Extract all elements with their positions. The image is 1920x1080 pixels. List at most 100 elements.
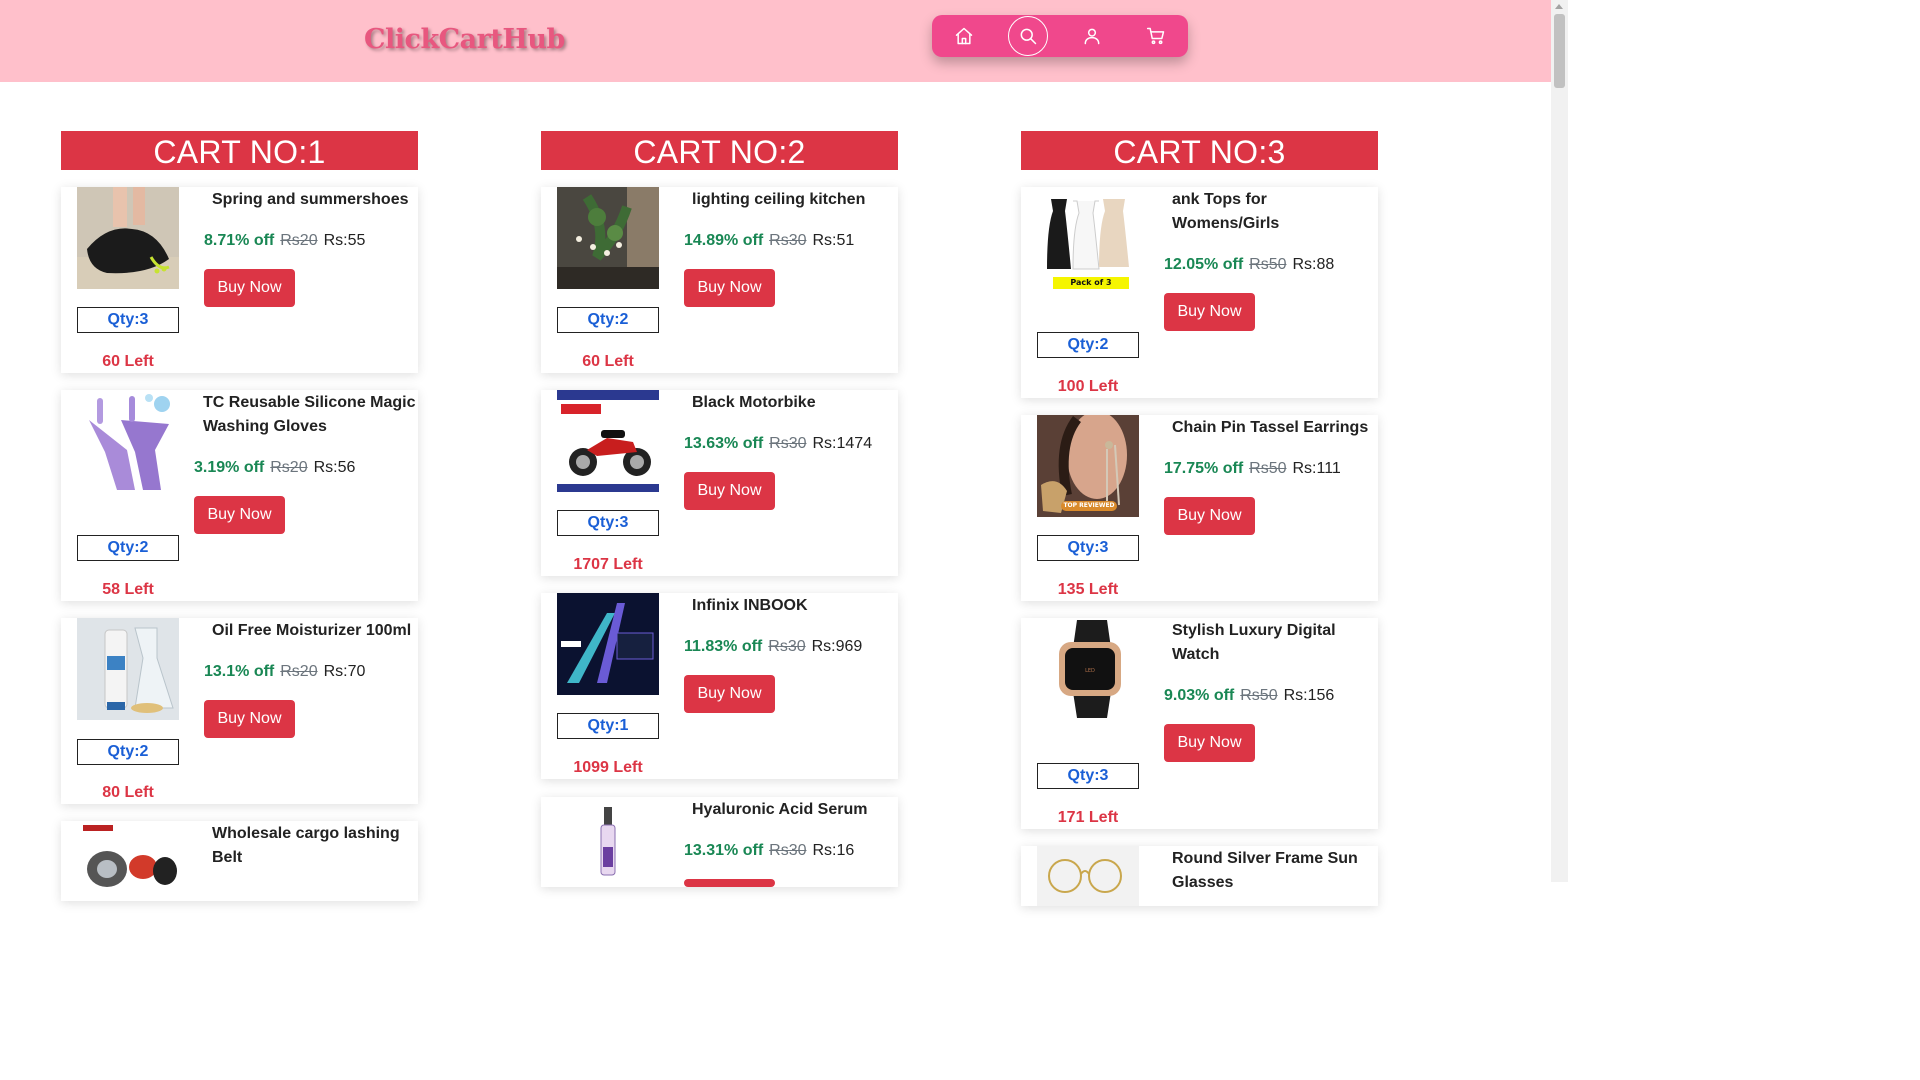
buy-now-button[interactable]: Buy Now	[204, 700, 295, 738]
stock-left: 1099 Left	[573, 759, 643, 776]
current-price: Rs:56	[313, 459, 356, 476]
nav-home-button[interactable]	[944, 16, 984, 56]
buy-now-button[interactable]: Buy Now	[684, 472, 775, 510]
svg-text:LED: LED	[1085, 668, 1095, 674]
product-name[interactable]: Wholesale cargo lashing Belt	[212, 822, 412, 870]
product-name[interactable]: Stylish Luxury Digital Watch	[1172, 619, 1372, 667]
product-image[interactable]	[557, 390, 659, 492]
user-icon	[1084, 28, 1100, 45]
quantity-box: Qty:1	[557, 713, 659, 739]
discount-label: 3.19% off	[194, 459, 265, 476]
original-price: Rs50	[1249, 256, 1287, 273]
product-name[interactable]: ank Tops for Womens/Girls	[1172, 188, 1372, 236]
product-name[interactable]: Oil Free Moisturizer 100ml	[212, 619, 418, 643]
cart-title: CART NO:3	[1021, 131, 1378, 170]
price-row: 9.03% off Rs50 Rs:156	[1164, 687, 1334, 705]
buy-now-button[interactable]: Buy Now	[1164, 293, 1255, 331]
stock-left: 1707 Left	[573, 556, 643, 573]
original-price: Rs20	[270, 459, 308, 476]
original-price: Rs20	[280, 663, 318, 680]
product-image[interactable]: LED	[1037, 618, 1139, 720]
site-header: ClickCartHub	[0, 0, 1551, 82]
product-name[interactable]: Infinix INBOOK	[692, 594, 892, 618]
cart-title: CART NO:1	[61, 131, 418, 170]
quantity-box: Qty:3	[77, 307, 179, 333]
discount-label: 13.1% off	[204, 663, 275, 680]
product-name[interactable]: Chain Pin Tassel Earrings	[1172, 416, 1378, 440]
product-name[interactable]: Round Silver Frame Sun Glasses	[1172, 847, 1378, 895]
product-image[interactable]: Pack of 3	[1037, 187, 1139, 289]
current-price: Rs:70	[323, 663, 366, 680]
product-card: Infinix INBOOK 11.83% off Rs30 Rs:969 Buy …	[541, 593, 898, 779]
nav-account-button[interactable]	[1072, 16, 1112, 56]
product-image[interactable]	[557, 797, 659, 882]
price-row: 13.1% off Rs20 Rs:70	[204, 663, 365, 681]
buy-now-button[interactable]: Buy Now	[1164, 724, 1255, 762]
scrollbar-thumb[interactable]	[1554, 14, 1565, 88]
stock-left: 80 Left	[102, 784, 154, 801]
quantity-box: Qty:3	[557, 510, 659, 536]
product-name[interactable]: Black Motorbike	[692, 391, 892, 415]
price-row: 12.05% off Rs50 Rs:88	[1164, 256, 1334, 274]
buy-now-button[interactable]	[684, 879, 775, 887]
cart-column-1: CART NO:1 Spring and summershoes 8.71% o…	[61, 131, 418, 901]
stock-left: 135 Left	[1057, 581, 1119, 598]
product-image[interactable]	[77, 187, 179, 289]
price-row: 13.31% off Rs30 Rs:16	[684, 842, 854, 860]
stock-left: 60 Left	[582, 353, 634, 370]
product-image[interactable]	[557, 187, 659, 289]
product-image[interactable]	[77, 821, 179, 901]
product-card: Hyaluronic Acid Serum 13.31% off Rs30 Rs:1…	[541, 797, 898, 887]
stock-left: 58 Left	[102, 581, 154, 598]
current-price: Rs:55	[323, 232, 366, 249]
stock-left: 100 Left	[1057, 378, 1119, 395]
price-row: 8.71% off Rs20 Rs:55	[204, 232, 365, 250]
product-name[interactable]: Spring and summershoes	[212, 188, 412, 212]
nav-cart-button[interactable]	[1136, 16, 1176, 56]
current-price: Rs:111	[1292, 460, 1341, 477]
page-scrollbar[interactable]	[1551, 0, 1568, 882]
product-image[interactable]: TOP REVIEWED	[1037, 415, 1139, 517]
stock-left: 171 Left	[1057, 809, 1119, 826]
site-logo[interactable]: ClickCartHub	[364, 24, 565, 55]
cart-column-3: CART NO:3 Pack of 3 ank Tops for Womens/…	[1021, 131, 1378, 906]
nav-search-button[interactable]	[1008, 16, 1048, 56]
current-price: Rs:88	[1292, 256, 1335, 273]
discount-label: 14.89% off	[684, 232, 764, 249]
product-name[interactable]: lighting ceiling kitchen	[692, 188, 892, 212]
buy-now-button[interactable]: Buy Now	[1164, 497, 1255, 535]
cart-column-2: CART NO:2 lighting ceiling kitchen 14.89…	[541, 131, 898, 887]
buy-now-button[interactable]: Buy Now	[684, 269, 775, 307]
quantity-box: Qty:3	[1037, 763, 1139, 789]
stock-left: 60 Left	[102, 353, 154, 370]
product-name[interactable]: TC Reusable Silicone Magic Washing Glove…	[203, 391, 418, 439]
original-price: Rs30	[769, 232, 807, 249]
product-card: Round Silver Frame Sun Glasses	[1021, 846, 1378, 906]
buy-now-button[interactable]: Buy Now	[204, 269, 295, 307]
product-card: Black Motorbike 13.63% off Rs30 Rs:1474 Bu…	[541, 390, 898, 576]
current-price: Rs:51	[812, 232, 855, 249]
discount-label: 13.63% off	[684, 435, 764, 452]
discount-label: 8.71% off	[204, 232, 275, 249]
product-image[interactable]	[1037, 846, 1139, 906]
product-card: TOP REVIEWED Chain Pin Tassel Earrings 1…	[1021, 415, 1378, 601]
product-name[interactable]: Hyaluronic Acid Serum	[692, 798, 892, 822]
original-price: Rs50	[1240, 687, 1278, 704]
product-image[interactable]	[77, 618, 179, 720]
nav-bar	[932, 15, 1188, 57]
home-icon	[955, 27, 973, 45]
buy-now-button[interactable]: Buy Now	[684, 675, 775, 713]
image-badge: Pack of 3	[1053, 277, 1129, 289]
discount-label: 11.83% off	[684, 638, 763, 655]
price-row: 17.75% off Rs50 Rs:111	[1164, 460, 1341, 478]
scroll-up-arrow-icon[interactable]	[1555, 4, 1563, 9]
discount-label: 12.05% off	[1164, 256, 1244, 273]
product-image[interactable]	[77, 390, 179, 492]
price-row: 13.63% off Rs30 Rs:1474	[684, 435, 872, 453]
original-price: Rs20	[280, 232, 318, 249]
product-image[interactable]	[557, 593, 659, 695]
buy-now-button[interactable]: Buy Now	[194, 496, 285, 534]
product-card: LED Stylish Luxury Digital Watch 9.03% o…	[1021, 618, 1378, 829]
quantity-box: Qty:2	[1037, 332, 1139, 358]
current-price: Rs:16	[812, 842, 855, 859]
